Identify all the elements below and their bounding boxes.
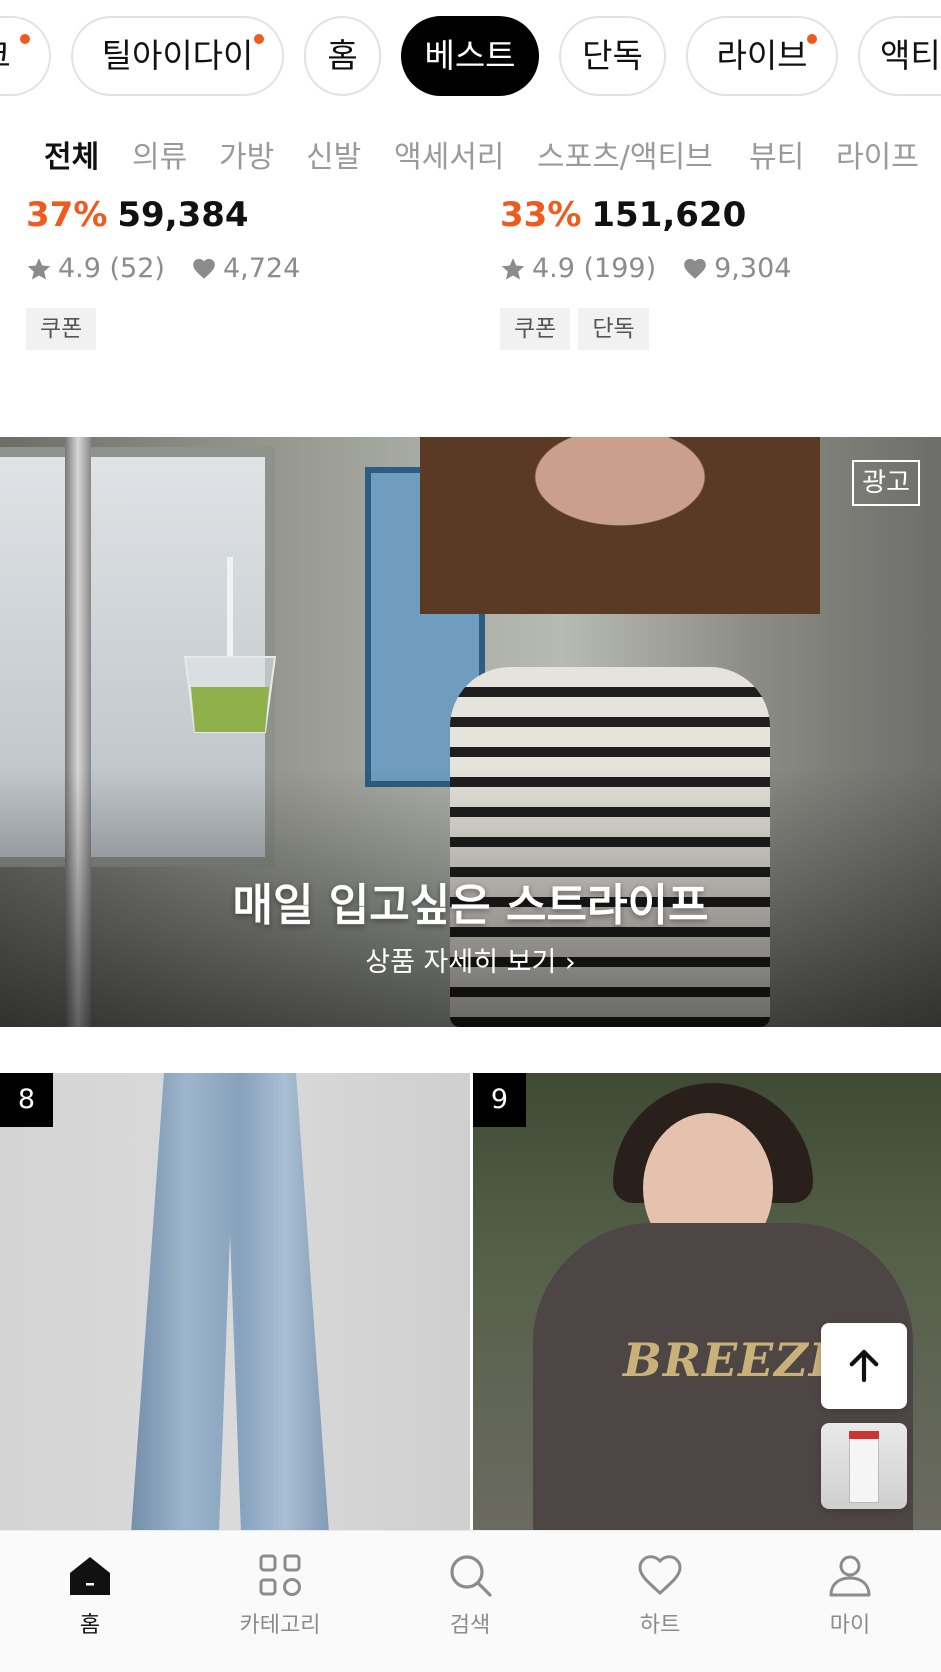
discount-rate: 37%: [26, 195, 108, 235]
price: 59,384: [117, 195, 249, 235]
price-line: 33% 151,620: [500, 195, 920, 235]
jeans-figure: [131, 1073, 329, 1533]
product-card-info[interactable]: 37% 59,384 4.9 (52) 4,724 쿠폰: [26, 195, 446, 350]
tab-home[interactable]: 홈: [304, 16, 381, 96]
recently-viewed-thumbnail[interactable]: [821, 1423, 907, 1509]
star-icon: [500, 256, 526, 282]
heart-count: 4,724: [222, 253, 301, 284]
new-dot-indicator: [807, 34, 817, 44]
home-icon: [70, 1557, 110, 1595]
nav-label: 카테고리: [239, 1613, 321, 1638]
tab-exclusive[interactable]: 단독: [559, 16, 666, 96]
discount-rate: 33%: [500, 195, 582, 235]
tag-list: 쿠폰: [26, 308, 446, 350]
heart-icon: [682, 256, 708, 282]
price: 151,620: [591, 195, 747, 235]
product-card-info[interactable]: 33% 151,620 4.9 (199) 9,304 쿠폰 단독: [500, 195, 920, 350]
product-stats: 4.9 (199) 9,304: [500, 253, 920, 284]
tag-list: 쿠폰 단독: [500, 308, 920, 350]
tab-active-partial[interactable]: 액티: [858, 16, 941, 96]
category-beauty[interactable]: 뷰티: [749, 132, 804, 176]
rank-badge: 9: [473, 1073, 526, 1127]
new-dot-indicator: [254, 34, 264, 44]
nav-label: 하트: [639, 1613, 681, 1638]
tab-pill-partial[interactable]: 크: [0, 16, 51, 96]
ad-badge: 광고: [852, 460, 920, 506]
nav-search[interactable]: 검색: [410, 1551, 530, 1639]
rank-badge: 8: [0, 1073, 53, 1127]
tee-print-text: BREEZE: [623, 1333, 845, 1387]
tab-label: 단독: [582, 36, 643, 75]
heart-icon: [638, 1555, 682, 1596]
scroll-to-top-button[interactable]: [821, 1323, 907, 1409]
heart-icon: [191, 256, 217, 282]
category-all[interactable]: 전체: [44, 132, 99, 176]
nav-label: 마이: [829, 1613, 871, 1638]
banner-detail-link[interactable]: 상품 자세히 보기 ›: [0, 940, 941, 979]
bottom-navigation: 홈 카테고리 검색 하트 마이: [0, 1530, 941, 1672]
person-icon: [829, 1555, 871, 1597]
heart-count: 9,304: [714, 253, 792, 284]
rating-text: 4.9 (52): [58, 253, 165, 284]
product-image-jeans[interactable]: 8: [0, 1073, 470, 1533]
white-pants-image: [849, 1431, 879, 1503]
price-line: 37% 59,384: [26, 195, 446, 235]
rating-text: 4.9 (199): [532, 253, 657, 284]
nav-home[interactable]: 홈: [30, 1551, 150, 1639]
category-shoes[interactable]: 신발: [306, 132, 361, 176]
green-drink-cup: [183, 557, 277, 733]
top-pill-tabs: 크 틸아이다이 홈 베스트 단독 라이브 액티: [0, 0, 941, 118]
banner-title: 매일 입고싶은 스트라이프: [232, 880, 709, 931]
category-sports[interactable]: 스포츠/액티브: [537, 132, 713, 176]
pants-waistband: [849, 1431, 879, 1439]
category-accessories[interactable]: 액세서리: [394, 132, 504, 176]
tab-label: 틸아이다이: [101, 36, 254, 75]
coupon-tag: 쿠폰: [26, 308, 97, 350]
category-bags[interactable]: 가방: [219, 132, 274, 176]
tab-best[interactable]: 베스트: [401, 16, 539, 96]
category-clothing[interactable]: 의류: [132, 132, 187, 176]
tab-label: 라이브: [716, 36, 808, 75]
category-life[interactable]: 라이프: [836, 132, 919, 176]
tab-tilaidai[interactable]: 틸아이다이: [71, 16, 284, 96]
search-icon: [450, 1555, 492, 1597]
product-stats: 4.9 (52) 4,724: [26, 253, 446, 284]
tab-label: 홈: [327, 36, 358, 75]
category-grid-icon: [259, 1554, 301, 1596]
nav-heart[interactable]: 하트: [600, 1551, 720, 1639]
category-tabs: 전체 의류 가방 신발 액세서리 스포츠/액티브 뷰티 라이프: [0, 118, 941, 190]
tab-label: 크: [0, 36, 11, 75]
coupon-tag: 쿠폰: [500, 308, 571, 350]
tab-label: 베스트: [424, 36, 516, 75]
nav-my[interactable]: 마이: [790, 1551, 910, 1639]
tab-live[interactable]: 라이브: [686, 16, 838, 96]
star-icon: [26, 256, 52, 282]
arrow-up-icon: [849, 1349, 879, 1383]
new-dot-indicator: [20, 34, 30, 44]
nav-category[interactable]: 카테고리: [220, 1551, 340, 1639]
nav-label: 홈: [79, 1613, 101, 1638]
exclusive-tag: 단독: [578, 308, 649, 350]
nav-label: 검색: [449, 1613, 491, 1638]
tab-label: 액티: [880, 36, 941, 75]
ad-banner[interactable]: 광고 매일 입고싶은 스트라이프 상품 자세히 보기 ›: [0, 437, 941, 1027]
